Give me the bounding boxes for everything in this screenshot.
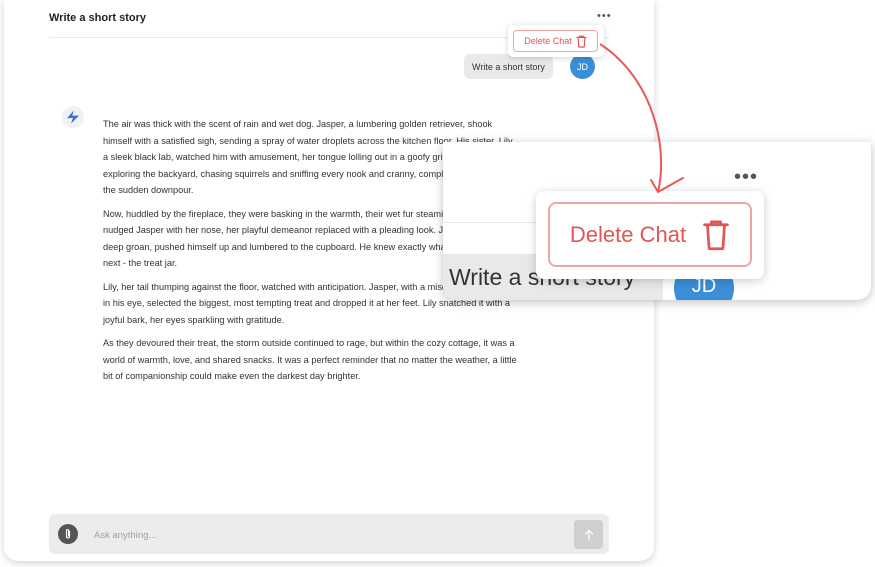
paperclip-icon [65,528,71,539]
options-popup: Delete Chat [508,25,604,57]
delete-chat-label: Delete Chat [524,36,572,46]
chat-title: Write a short story [49,12,146,24]
delete-chat-button[interactable]: Delete Chat [513,30,598,52]
assistant-logo-icon [67,110,79,124]
zoom-delete-chat-button: Delete Chat [548,202,752,267]
zoom-delete-chat-label: Delete Chat [569,221,687,247]
user-message-text: Write a short story [472,61,545,72]
assistant-avatar [62,106,84,128]
trash-icon [576,35,587,48]
zoom-callout: ••• Write a short story JD Delete Chat [443,142,871,300]
trash-icon [703,219,729,250]
user-avatar: JD [570,54,595,79]
attach-button[interactable] [58,524,78,544]
send-button[interactable] [574,520,603,549]
arrow-up-icon [584,529,593,541]
user-message: Write a short story [464,54,553,79]
more-options-button[interactable]: ••• [597,10,612,22]
zoom-more-options: ••• [734,166,759,188]
composer [49,514,609,554]
message-input[interactable] [92,520,566,550]
story-paragraph: As they devoured their treat, the storm … [103,338,517,381]
zoom-options-popup: Delete Chat [536,191,764,279]
